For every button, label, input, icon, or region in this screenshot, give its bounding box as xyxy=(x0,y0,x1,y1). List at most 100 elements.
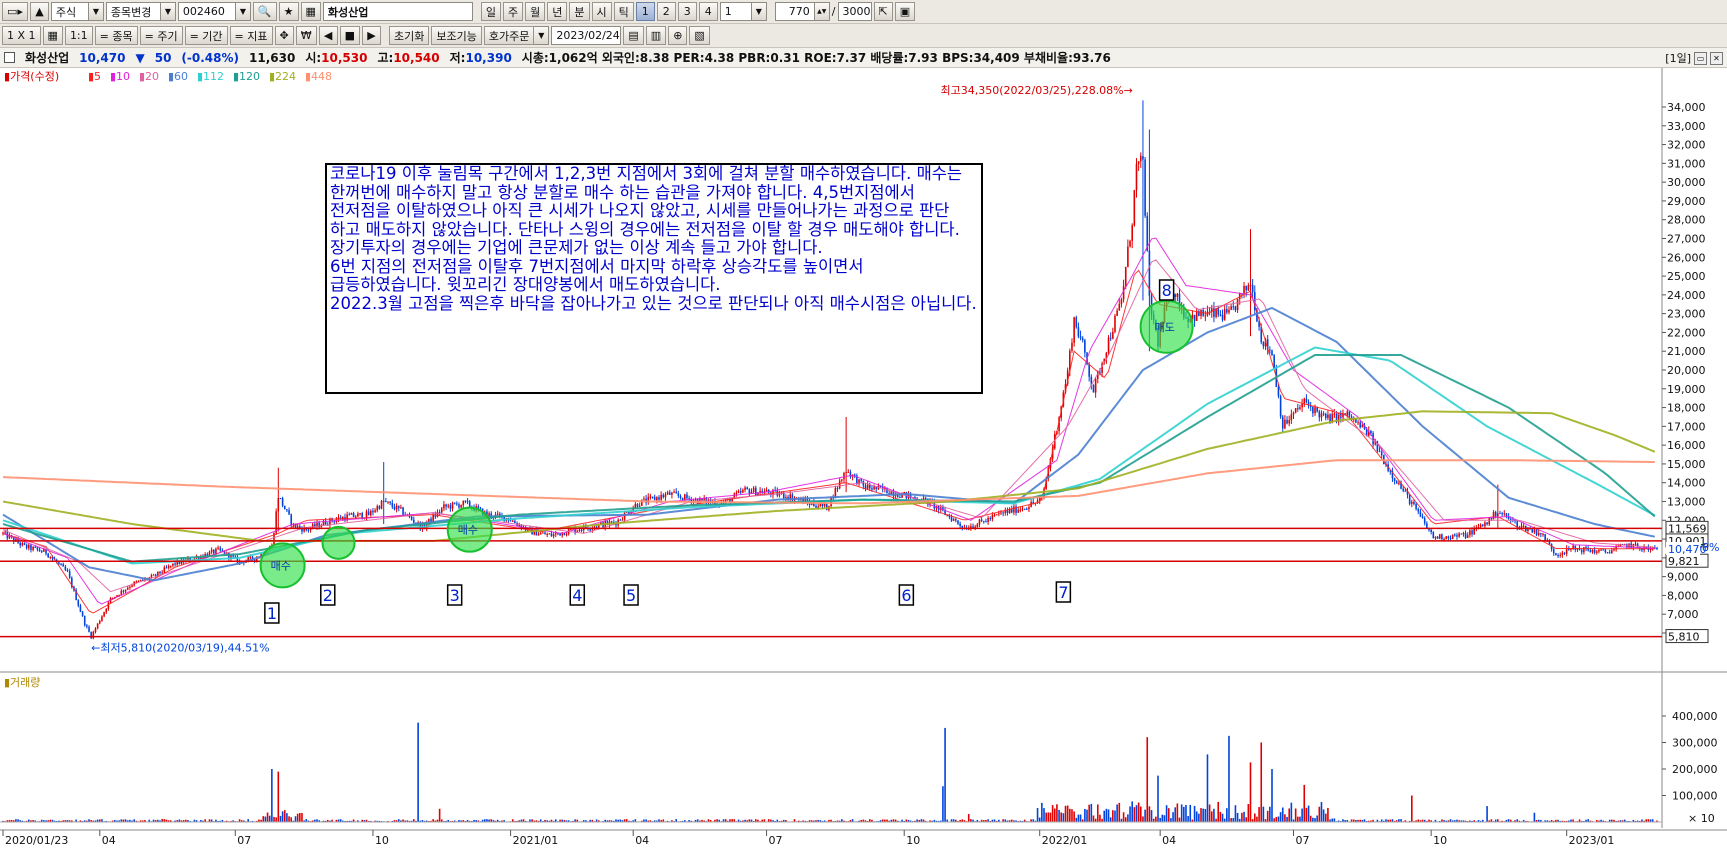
volume-bar xyxy=(1223,818,1226,822)
candle-body xyxy=(1028,507,1030,510)
candle-body xyxy=(1395,481,1398,484)
aux-button[interactable]: 보조기능 xyxy=(431,26,482,45)
expand-icon[interactable]: ⇱ xyxy=(873,2,893,21)
volume-bar xyxy=(944,727,946,822)
candle-body xyxy=(83,616,86,626)
chevron-down-icon[interactable]: ▼ xyxy=(235,2,251,21)
volume-bar xyxy=(1324,813,1327,822)
annotation-textbox: 코로나19 이후 눌림목 구간에서 1,2,3번 지점에서 3회에 걸쳐 분할 … xyxy=(325,163,983,394)
candle-body xyxy=(836,488,839,490)
period-year-button[interactable]: 년 xyxy=(547,2,568,21)
support-label-text: 9,821 xyxy=(1668,555,1700,568)
candle-body xyxy=(311,524,314,529)
calendar-icon[interactable]: ▤ xyxy=(623,26,644,45)
period-day-button[interactable]: 일 xyxy=(480,2,502,21)
num-1-button[interactable]: 1 xyxy=(635,2,655,21)
period-hour-button[interactable]: 시 xyxy=(591,2,612,21)
grid-layout-button[interactable]: 1 X 1 xyxy=(2,26,41,45)
chevron-down-icon[interactable]: ▼ xyxy=(160,2,176,21)
candle-body xyxy=(1434,536,1437,539)
crosshair-icon[interactable]: ✥ xyxy=(274,26,294,45)
order-button[interactable]: 호가주문 xyxy=(483,26,535,45)
volume-bar xyxy=(268,815,271,822)
window-menu-button[interactable]: ▭▸ xyxy=(2,2,28,21)
candle-body xyxy=(150,575,153,578)
count-input[interactable]: 770 xyxy=(774,2,815,21)
candle-body xyxy=(1604,549,1607,553)
num-4-button[interactable]: 4 xyxy=(698,2,718,21)
candle-body xyxy=(1193,314,1196,321)
tab-stock[interactable]: = 종목 xyxy=(94,26,138,45)
volume-bar xyxy=(1116,804,1118,822)
spinner-icon[interactable]: ▲▼ xyxy=(814,2,830,21)
info-change-pct: (-0.48%) xyxy=(181,50,240,65)
table-icon[interactable]: ▥ xyxy=(645,26,667,45)
info-prev: 11,630 xyxy=(249,50,296,65)
candle-body xyxy=(845,472,847,474)
zoom-icon[interactable]: ⊕ xyxy=(668,26,688,45)
search-icon[interactable]: 🔍 xyxy=(252,2,277,21)
volume-bar xyxy=(1294,808,1297,822)
candle-body xyxy=(447,505,450,507)
period-tick-button[interactable]: 틱 xyxy=(613,2,634,21)
up-arrow-button[interactable]: ▲ xyxy=(29,2,49,21)
date-input[interactable]: 2023/02/24 xyxy=(551,26,622,45)
market-select[interactable]: 주식 xyxy=(50,2,89,21)
point-marker-number: 3 xyxy=(450,586,460,605)
volume-bar xyxy=(1103,810,1106,822)
grid-icon[interactable]: ▦ xyxy=(42,26,63,45)
num-3-button[interactable]: 3 xyxy=(677,2,697,21)
chevron-down-icon[interactable]: ▼ xyxy=(88,2,104,21)
info-change: 50 xyxy=(154,50,172,65)
candle-body xyxy=(499,513,501,516)
ratio-button[interactable]: 1:1 xyxy=(64,26,93,45)
candle-body xyxy=(668,492,671,495)
candle-body xyxy=(576,530,579,532)
prev-icon[interactable]: ◀ xyxy=(318,26,338,45)
close-icon[interactable]: ✕ xyxy=(1710,51,1723,65)
restore-icon[interactable]: ▭ xyxy=(1694,51,1707,65)
period-month-button[interactable]: 월 xyxy=(525,2,546,21)
volume-bar xyxy=(1069,808,1071,822)
point-marker-8: 8 xyxy=(1158,279,1175,301)
tab-indicator[interactable]: = 지표 xyxy=(229,26,273,45)
next-icon[interactable]: ▶ xyxy=(362,26,382,45)
tab-range[interactable]: = 기간 xyxy=(184,26,228,45)
period-value-input[interactable]: 1 xyxy=(719,2,752,21)
candle-body xyxy=(580,529,583,531)
wave-icon[interactable]: ₩ xyxy=(295,26,317,45)
candle-body xyxy=(488,513,490,516)
candle-body xyxy=(152,574,155,576)
star-icon[interactable]: ★ xyxy=(278,2,299,21)
chevron-down-icon[interactable]: ▼ xyxy=(751,2,767,21)
candle-body xyxy=(23,543,26,545)
candle-body xyxy=(651,496,654,498)
volume-bar xyxy=(1157,775,1159,822)
volume-bar xyxy=(1165,805,1168,822)
chevron-down-icon[interactable]: ▼ xyxy=(534,26,550,45)
info-fundamentals: 시총:1,062억 외국인:8.38 PER:4.38 PBR:0.31 ROE… xyxy=(521,51,1111,65)
period-minute-button[interactable]: 분 xyxy=(569,2,590,21)
save-icon[interactable]: ▣ xyxy=(894,2,916,21)
change-stock-select[interactable]: 종목변경 xyxy=(105,2,161,21)
ma-legend-448: ▮448 xyxy=(305,70,332,83)
candle-body xyxy=(440,508,443,513)
candle-body xyxy=(662,494,665,498)
volume-bar xyxy=(1533,812,1536,822)
tab-period[interactable]: = 주기 xyxy=(139,26,183,45)
candle-body xyxy=(1277,387,1280,397)
stop-icon[interactable]: ■ xyxy=(339,26,361,45)
checkbox[interactable] xyxy=(4,52,15,63)
stock-code-input[interactable]: 002460 xyxy=(177,2,236,21)
candle-body xyxy=(1236,299,1239,311)
candle-body xyxy=(163,567,166,573)
volume-bar xyxy=(1299,816,1301,822)
print-icon[interactable]: ▧ xyxy=(689,26,710,45)
period-week-button[interactable]: 주 xyxy=(503,2,524,21)
y-tick-label: 9,000 xyxy=(1667,571,1699,584)
num-2-button[interactable]: 2 xyxy=(656,2,676,21)
candle-body xyxy=(1370,430,1372,434)
news-icon[interactable]: ▦ xyxy=(300,2,321,21)
reset-button[interactable]: 초기화 xyxy=(389,26,430,45)
candle-body xyxy=(866,484,869,489)
